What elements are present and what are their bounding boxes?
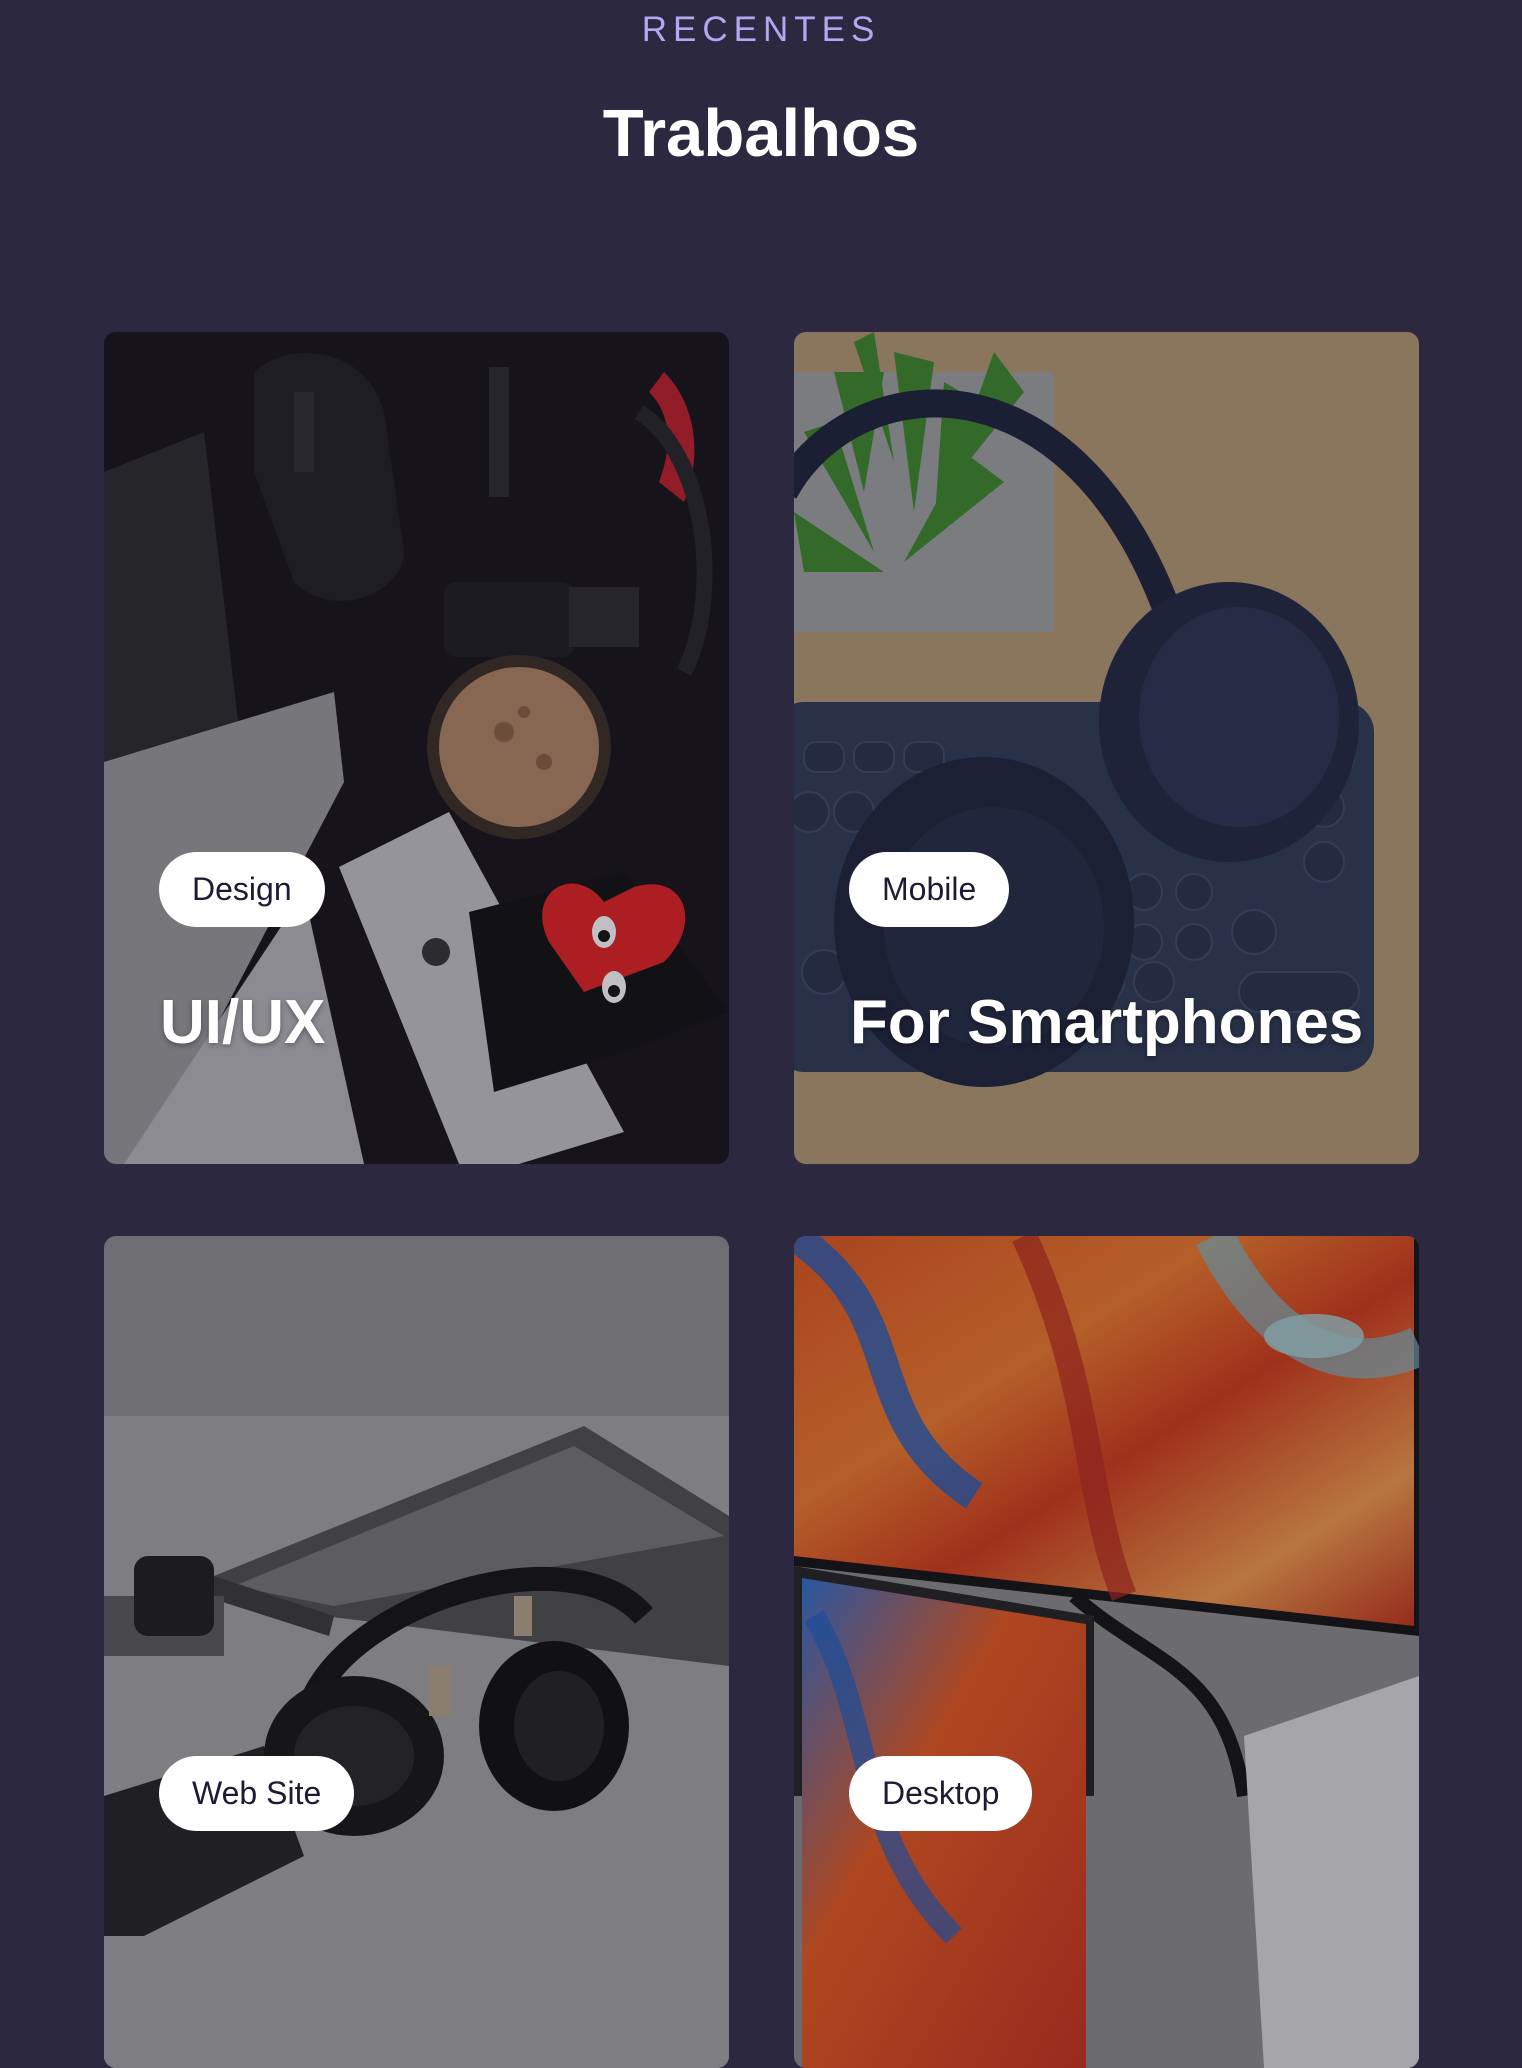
project-tag[interactable]: Web Site (159, 1756, 355, 1831)
project-title: For Smartphones (850, 988, 1364, 1057)
image-overlay (794, 1236, 1419, 2068)
project-tag[interactable]: Mobile (849, 852, 1010, 927)
image-overlay (104, 1236, 729, 2068)
project-card-desktop[interactable]: Desktop (794, 1236, 1419, 2068)
project-card-design[interactable]: Design UI/UX (104, 332, 729, 1164)
section-title: Trabalhos (602, 96, 920, 171)
project-card-mobile[interactable]: Mobile For Smartphones (794, 332, 1419, 1164)
project-tag[interactable]: Desktop (849, 1756, 1033, 1831)
project-title: UI/UX (160, 988, 326, 1057)
project-card-website[interactable]: Web Site (104, 1236, 729, 2068)
section-eyebrow: RECENTES (641, 10, 881, 49)
project-tag[interactable]: Design (159, 852, 325, 927)
